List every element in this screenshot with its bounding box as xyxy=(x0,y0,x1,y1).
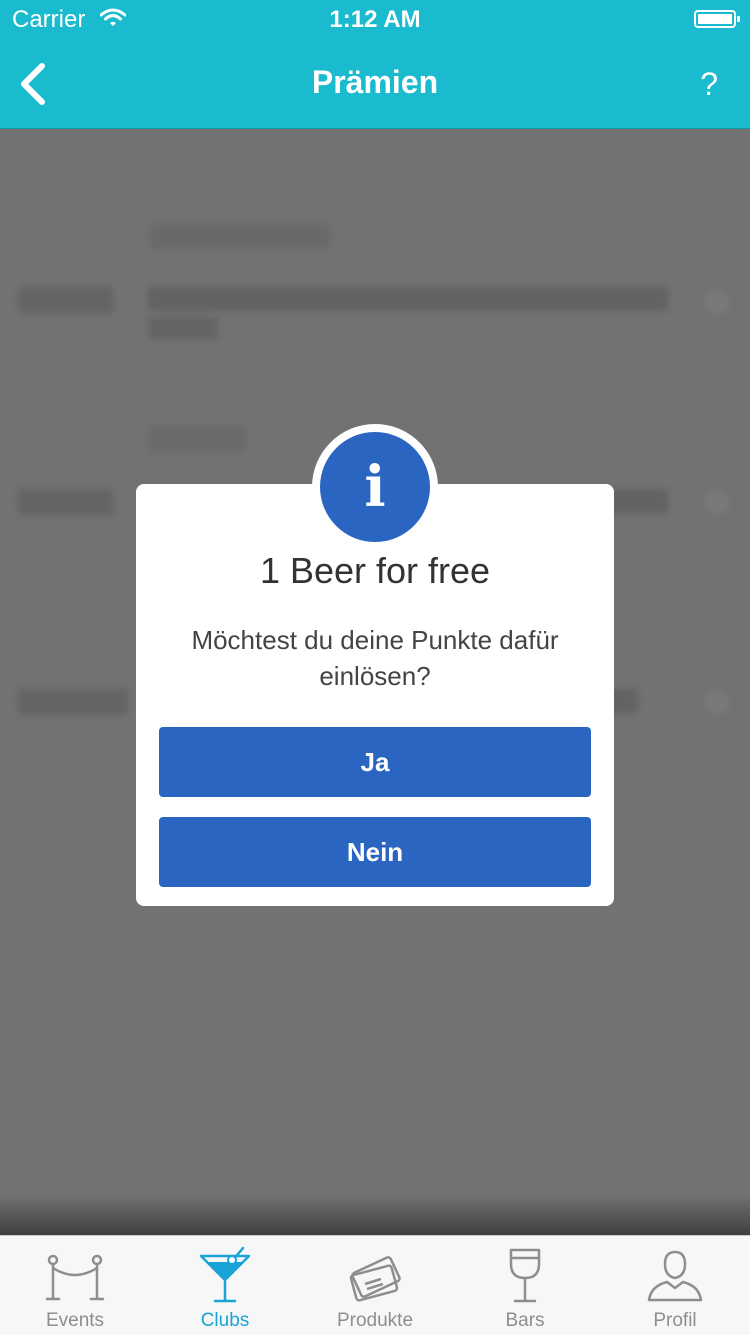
chevron-icon xyxy=(704,489,730,515)
tab-events[interactable]: Events xyxy=(0,1236,150,1335)
list-item xyxy=(18,489,113,515)
dialog-title: 1 Beer for free xyxy=(259,550,491,591)
list-item xyxy=(148,287,668,311)
no-button[interactable]: Nein xyxy=(159,817,591,887)
help-button[interactable]: ? xyxy=(700,66,718,103)
tab-bars-label: Bars xyxy=(505,1310,545,1331)
dialog-message: Möchtest du deine Punkte dafür einlösen? xyxy=(191,625,559,691)
navigation-bar: Prämien ? xyxy=(0,40,750,129)
status-bar: Carrier 1:12 AM xyxy=(0,0,750,40)
tickets-icon xyxy=(349,1256,401,1302)
cocktail-icon xyxy=(199,1246,251,1303)
person-icon xyxy=(647,1250,703,1302)
tab-produkte[interactable]: Produkte xyxy=(300,1236,450,1335)
battery-icon xyxy=(694,10,740,28)
info-icon: i xyxy=(320,432,430,542)
tab-events-label: Events xyxy=(45,1310,105,1331)
chevron-icon xyxy=(704,689,730,715)
list-item xyxy=(18,287,113,313)
list-item xyxy=(150,427,245,451)
bottom-shadow xyxy=(0,1195,750,1235)
page-title: Prämien xyxy=(311,64,439,100)
status-time: 1:12 AM xyxy=(329,6,421,33)
list-item xyxy=(150,225,330,249)
list-item xyxy=(148,317,218,339)
chevron-icon xyxy=(704,289,730,315)
tab-profil[interactable]: Profil xyxy=(600,1236,750,1335)
tab-produkte-label: Produkte xyxy=(336,1310,414,1331)
tab-profil-label: Profil xyxy=(653,1310,697,1331)
tab-bar: Events Clubs Produkte Bars Profil xyxy=(0,1235,750,1335)
rope-barrier-icon xyxy=(45,1254,105,1301)
tab-bars[interactable]: Bars xyxy=(450,1236,600,1335)
tab-clubs[interactable]: Clubs xyxy=(150,1236,300,1335)
wine-glass-icon xyxy=(509,1248,541,1303)
list-item xyxy=(18,689,128,715)
yes-button[interactable]: Ja xyxy=(159,727,591,797)
tab-clubs-label: Clubs xyxy=(200,1310,250,1331)
